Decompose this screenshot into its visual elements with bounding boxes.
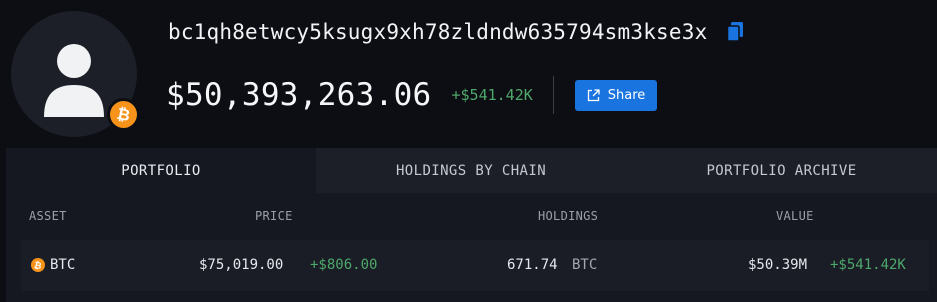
- portfolio-panel: PORTFOLIO HOLDINGS BY CHAIN PORTFOLIO AR…: [6, 148, 937, 302]
- btc-icon: ₿: [31, 258, 45, 276]
- table-header: ASSET PRICE HOLDINGS VALUE: [6, 193, 937, 239]
- column-header-price: PRICE: [255, 209, 293, 223]
- column-header-value: VALUE: [776, 209, 814, 223]
- table-row[interactable]: ₿ BTC $75,019.00 +$806.00 671.74 BTC $50…: [21, 240, 929, 291]
- value-change: +$541.42K: [830, 257, 906, 273]
- bitcoin-icon: ₿: [110, 101, 137, 128]
- share-label: Share: [607, 87, 646, 103]
- asset-price: $75,019.00: [199, 257, 284, 273]
- divider: [552, 76, 554, 114]
- tab-holdings-by-chain[interactable]: HOLDINGS BY CHAIN: [316, 148, 626, 193]
- balance-row: $50,393,263.06 +$541.42K Share: [166, 73, 658, 117]
- copy-icon[interactable]: [727, 22, 744, 42]
- column-header-holdings: HOLDINGS: [538, 209, 599, 223]
- balance-change: +$541.42K: [451, 86, 533, 104]
- user-icon: [44, 44, 104, 117]
- address-row: bc1qh8etwcy5ksugx9xh78zldndw635794sm3kse…: [168, 20, 744, 44]
- external-link-icon: [587, 88, 600, 101]
- bitcoin-badge: ₿: [107, 98, 140, 131]
- asset-value: $50.39M: [748, 257, 808, 273]
- total-balance: $50,393,263.06: [166, 77, 432, 113]
- share-button[interactable]: Share: [574, 79, 658, 111]
- wallet-address: bc1qh8etwcy5ksugx9xh78zldndw635794sm3kse…: [168, 20, 708, 44]
- price-change: +$806.00: [310, 257, 378, 273]
- tab-portfolio[interactable]: PORTFOLIO: [6, 148, 316, 193]
- column-header-asset: ASSET: [29, 209, 67, 223]
- wallet-page: ₿ bc1qh8etwcy5ksugx9xh78zldndw635794sm3k…: [0, 0, 937, 302]
- holdings-amount: 671.74: [507, 257, 558, 273]
- tab-portfolio-archive[interactable]: PORTFOLIO ARCHIVE: [626, 148, 937, 193]
- asset-name: BTC: [50, 257, 76, 273]
- tab-bar: PORTFOLIO HOLDINGS BY CHAIN PORTFOLIO AR…: [6, 148, 937, 193]
- holdings-unit: BTC: [572, 257, 598, 273]
